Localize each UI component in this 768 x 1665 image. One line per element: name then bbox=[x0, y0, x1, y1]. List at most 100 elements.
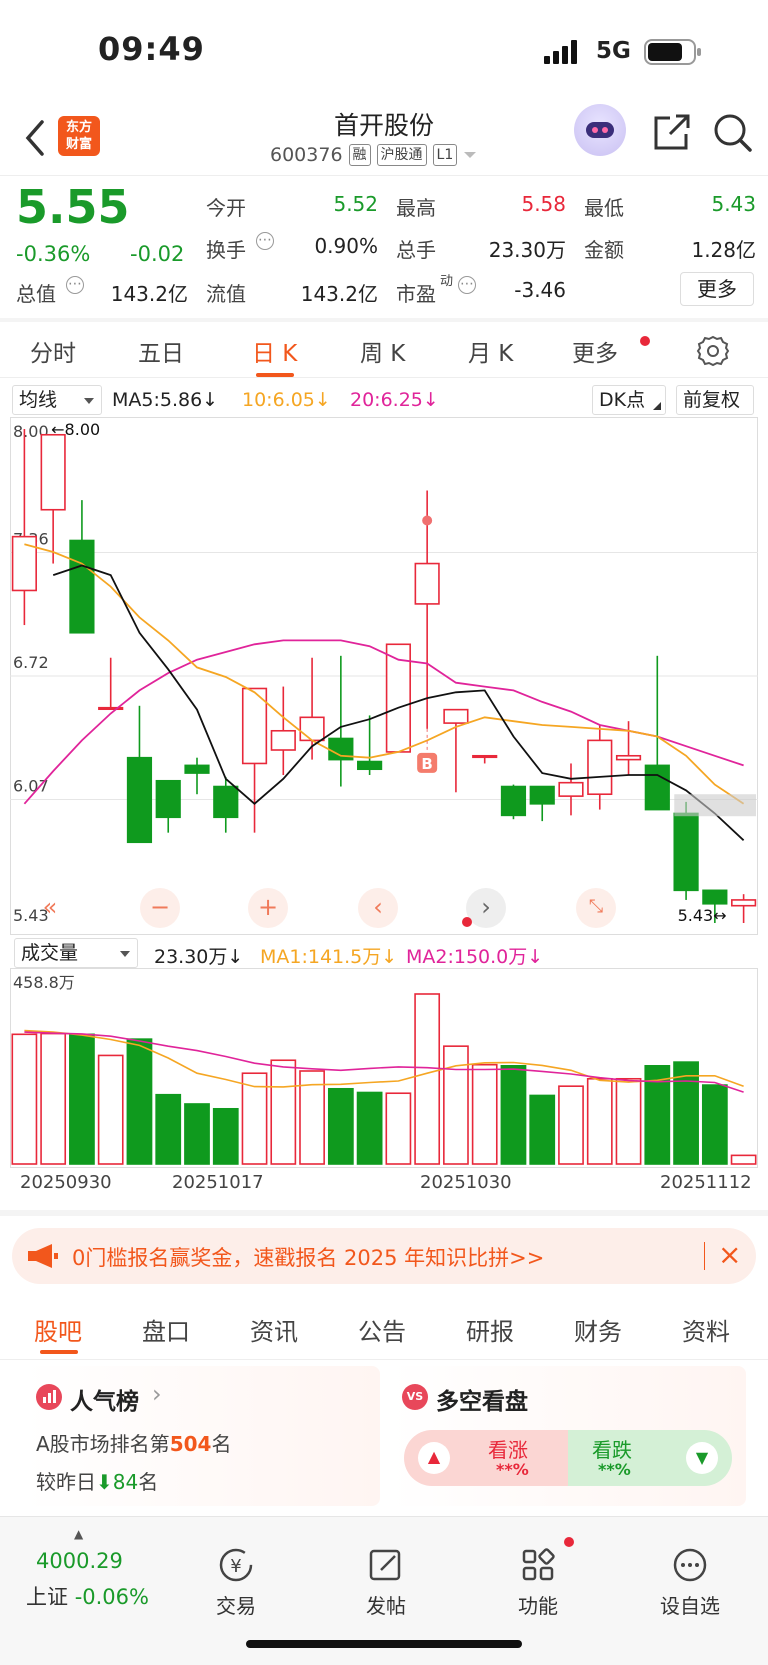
tab-forum[interactable]: 股吧 bbox=[34, 1312, 82, 1347]
candle-body bbox=[270, 729, 296, 751]
sentiment-title: 多空看盘 bbox=[436, 1389, 528, 1415]
volume-bar bbox=[212, 1107, 239, 1165]
fullscreen-button[interactable]: ⤡ bbox=[576, 888, 616, 928]
vs-badge-icon: VS bbox=[402, 1384, 428, 1410]
high-label: 最高 bbox=[396, 196, 436, 220]
ma-legend-row: 均线 MA5:5.86↓ 10:6.05↓ 20:6.25↓ DK点 前复权 bbox=[0, 382, 768, 416]
info-icon[interactable]: ⋯ bbox=[458, 276, 476, 294]
ma5-label: MA5:5.86↓ bbox=[112, 389, 219, 411]
more-button[interactable]: 更多 bbox=[680, 272, 754, 306]
candle-body bbox=[472, 754, 498, 759]
candle-body bbox=[126, 756, 153, 844]
stock-code-row[interactable]: 600376 融 沪股通 L1 bbox=[270, 144, 477, 166]
candle-body bbox=[69, 539, 95, 634]
status-bar: 09:49 5G bbox=[0, 0, 768, 100]
volume-max-label: 458.8万 bbox=[13, 973, 75, 992]
tab-monthly-k[interactable]: 月 K bbox=[468, 334, 513, 368]
turnover-label: 换手 bbox=[206, 238, 246, 262]
volume-indicator-select[interactable]: 成交量 bbox=[14, 938, 138, 968]
arrow-down-icon: ⬇ bbox=[96, 1470, 113, 1494]
volume-bar bbox=[701, 1084, 728, 1165]
scroll-left-button[interactable]: ‹ bbox=[358, 888, 398, 928]
tab-order-book[interactable]: 盘口 bbox=[142, 1312, 190, 1347]
ma20-label: 20:6.25↓ bbox=[350, 389, 439, 411]
volume-bar bbox=[558, 1085, 584, 1165]
volume-bar bbox=[11, 1033, 38, 1165]
scroll-start-button[interactable]: « bbox=[30, 888, 70, 928]
down-arrow-icon: ▼ bbox=[686, 1442, 718, 1474]
gear-icon[interactable] bbox=[696, 334, 730, 372]
nav-post[interactable]: 发帖 bbox=[336, 1545, 436, 1619]
zoom-in-button[interactable]: + bbox=[248, 888, 288, 928]
candle-body bbox=[155, 779, 181, 819]
adjust-price-button[interactable]: 前复权 bbox=[676, 385, 754, 415]
pe-value: -3.46 bbox=[514, 278, 566, 302]
mcap-value: 143.2亿 bbox=[110, 282, 188, 306]
candlestick-chart[interactable]: 8.007.366.726.075.43←8.005.43↔B bbox=[10, 417, 758, 935]
popularity-card[interactable]: 人气榜 › A股市场排名第504名 较昨日⬇84名 bbox=[24, 1366, 380, 1506]
nav-functions[interactable]: 功能 bbox=[488, 1545, 588, 1619]
volume-bar bbox=[155, 1093, 182, 1165]
feature-cards: 人气榜 › A股市场排名第504名 较昨日⬇84名 VS 多空看盘 ▲ 看涨 *… bbox=[0, 1362, 768, 1512]
tab-daily-k[interactable]: 日 K bbox=[252, 334, 297, 368]
nav-trade[interactable]: ¥ 交易 bbox=[186, 1545, 286, 1619]
sentiment-card[interactable]: VS 多空看盘 ▲ 看涨 **% 看跌 **% ▼ bbox=[390, 1366, 746, 1506]
volume-bar bbox=[40, 1032, 67, 1165]
tag-level: L1 bbox=[432, 144, 458, 166]
candle-body bbox=[731, 899, 757, 907]
scroll-right-button[interactable]: › bbox=[466, 888, 506, 928]
volume-label: 总手 bbox=[396, 238, 436, 262]
search-icon[interactable] bbox=[712, 112, 754, 158]
stock-header: 东方 财富 首开股份 600376 融 沪股通 L1 bbox=[0, 100, 768, 176]
close-icon[interactable]: × bbox=[718, 1238, 741, 1271]
share-icon[interactable] bbox=[650, 112, 692, 156]
open-value: 5.52 bbox=[333, 192, 378, 216]
amount-label: 金额 bbox=[584, 238, 624, 262]
pe-label: 市盈 bbox=[396, 282, 436, 306]
last-price: 5.55 bbox=[16, 180, 130, 234]
nav-watchlist[interactable]: 设自选 bbox=[640, 1545, 740, 1619]
popularity-title: 人气榜 bbox=[70, 1389, 139, 1415]
tab-profile[interactable]: 资料 bbox=[682, 1312, 730, 1347]
zoom-out-button[interactable]: − bbox=[140, 888, 180, 928]
tab-research[interactable]: 研报 bbox=[466, 1312, 514, 1347]
divider bbox=[0, 1210, 768, 1216]
tab-more[interactable]: 更多 bbox=[572, 334, 618, 368]
tab-announcements[interactable]: 公告 bbox=[358, 1312, 406, 1347]
volume-bar bbox=[730, 1154, 757, 1165]
promo-banner[interactable]: 0门槛报名赢奖金，速戳报名 2025 年知识比拼>> × bbox=[12, 1228, 756, 1284]
y-tick-label: 6.72 bbox=[13, 653, 49, 672]
volume-bar bbox=[184, 1103, 210, 1165]
megaphone-icon bbox=[28, 1244, 58, 1272]
market-rank: A股市场排名第504名 bbox=[36, 1432, 232, 1456]
date-label: 20250930 bbox=[20, 1172, 112, 1193]
low-value: 5.43 bbox=[711, 192, 756, 216]
volume-chart[interactable]: 458.8万 bbox=[10, 968, 758, 1168]
info-icon[interactable]: ⋯ bbox=[256, 232, 274, 250]
dk-point-select[interactable]: DK点 bbox=[592, 385, 666, 415]
info-icon[interactable]: ⋯ bbox=[66, 276, 84, 294]
index-change: -0.06% bbox=[74, 1585, 149, 1609]
low-marker: 5.43↔ bbox=[678, 906, 727, 925]
candle-body bbox=[443, 708, 469, 724]
date-label: 20251030 bbox=[420, 1172, 512, 1193]
indicator-select[interactable]: 均线 bbox=[12, 385, 102, 415]
robot-avatar-icon[interactable] bbox=[574, 104, 626, 156]
bullish-button[interactable]: ▲ 看涨 **% bbox=[404, 1430, 568, 1486]
tab-five-day[interactable]: 五日 bbox=[138, 334, 184, 368]
indicator-select-label: 均线 bbox=[19, 389, 58, 411]
yen-cycle-icon: ¥ bbox=[219, 1548, 253, 1582]
grid-icon bbox=[522, 1548, 555, 1581]
bearish-button[interactable]: 看跌 **% ▼ bbox=[568, 1430, 732, 1486]
tab-intraday[interactable]: 分时 bbox=[30, 334, 76, 368]
volume-value: 23.30万 bbox=[488, 238, 566, 262]
candle-body bbox=[615, 754, 642, 761]
volume-select-label: 成交量 bbox=[21, 942, 79, 964]
tab-news[interactable]: 资讯 bbox=[250, 1312, 298, 1347]
tab-weekly-k[interactable]: 周 K bbox=[360, 334, 405, 368]
caret-down-icon bbox=[84, 398, 94, 404]
up-arrow-icon: ▲ bbox=[418, 1442, 450, 1474]
candle-body bbox=[673, 812, 699, 892]
bullish-label: 看涨 bbox=[488, 1438, 528, 1462]
tab-financials[interactable]: 财务 bbox=[574, 1312, 622, 1347]
